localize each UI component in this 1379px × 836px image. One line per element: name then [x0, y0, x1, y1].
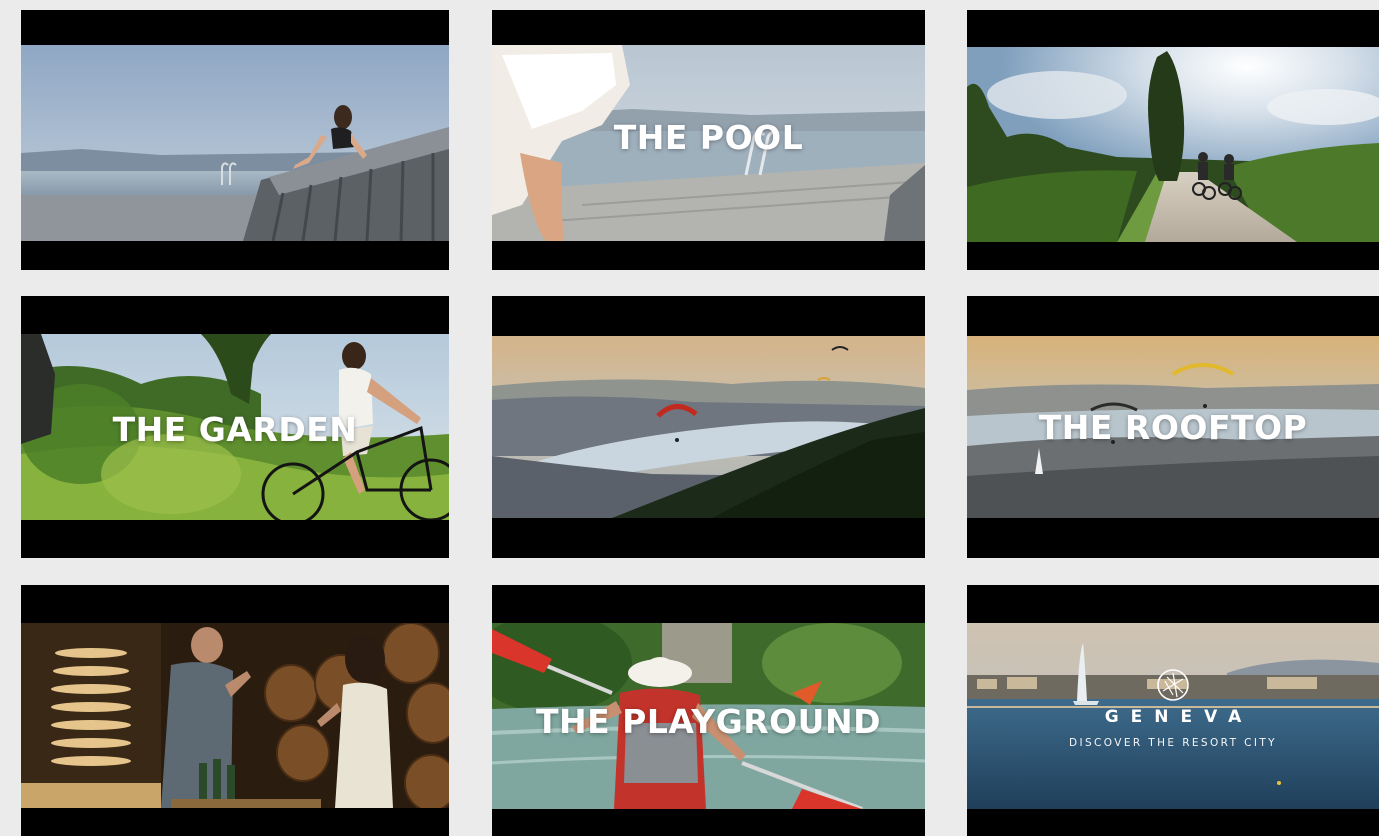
woman-on-lake-deck-icon [21, 45, 449, 241]
tile-lake-sunbather[interactable] [21, 10, 449, 270]
tile-wine-cellar[interactable] [21, 585, 449, 836]
tile-title: THE PLAYGROUND [535, 702, 881, 741]
tile-title: THE POOL [613, 118, 804, 157]
wine-tasting-cellar-icon [21, 623, 449, 808]
paragliders-over-lake-icon [492, 336, 925, 518]
tile-rooftop[interactable]: THE ROOFTOP [967, 296, 1379, 558]
tile-geneva[interactable]: GENEVA DISCOVER THE RESORT CITY [967, 585, 1379, 836]
tile-playground[interactable]: THE PLAYGROUND [492, 585, 925, 836]
geneva-tagline: DISCOVER THE RESORT CITY [1069, 737, 1277, 749]
video-thumbnail-grid: THE POOL THE GARDEN THE ROOFTOP THE PLAY… [0, 0, 1379, 836]
tile-garden[interactable]: THE GARDEN [21, 296, 449, 558]
tile-pool[interactable]: THE POOL [492, 10, 925, 270]
tile-vineyard-cyclists[interactable] [967, 10, 1379, 270]
tile-title: THE ROOFTOP [1038, 408, 1308, 447]
geneva-brand: GENEVA [1104, 707, 1254, 727]
tile-title: THE GARDEN [112, 410, 358, 449]
geneva-compass-logo-icon [1157, 669, 1189, 701]
tile-paragliders-lake[interactable] [492, 296, 925, 558]
vineyard-path-icon [967, 47, 1379, 242]
geneva-wordmark: GENEVA DISCOVER THE RESORT CITY [967, 667, 1379, 749]
